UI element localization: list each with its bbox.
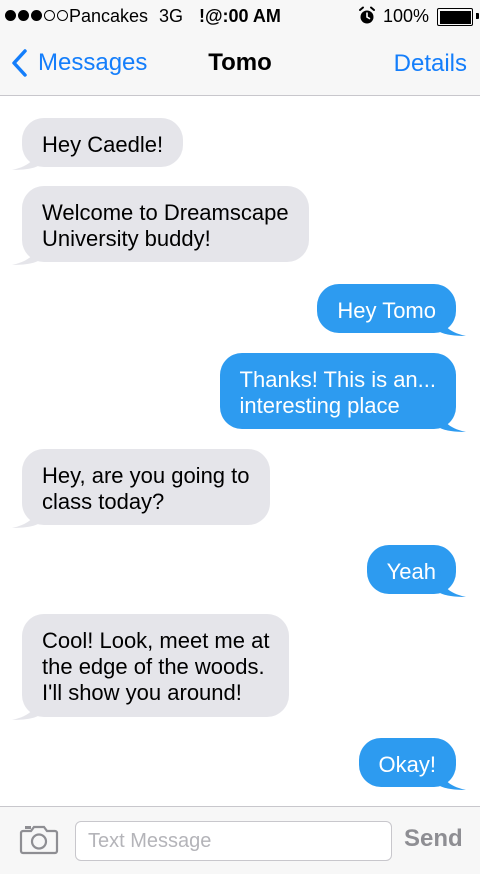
battery-icon [437,8,479,26]
message-text: Hey Caedle! [42,132,164,157]
signal-strength-icon [5,10,68,21]
battery-percentage: 100% [383,6,430,26]
signal-dot [18,10,29,21]
outgoing-message-bubble: Hey Tomo [317,284,466,336]
carrier-name: Pancakes [69,6,149,26]
message-text: Welcome to Dreamscape University buddy! [42,200,289,251]
signal-dot [31,10,42,21]
status-time: !@:00 AM [199,6,281,26]
incoming-message-bubble: Welcome to Dreamscape University buddy! [12,186,309,265]
incoming-message-bubble: Hey Caedle! [12,118,184,170]
message-text: Cool! Look, meet me at the edge of the w… [42,628,270,705]
alarm-icon [359,6,375,24]
outgoing-message-bubble: Yeah [366,545,466,597]
signal-dot [57,10,68,21]
message-text-field[interactable] [75,821,392,861]
bubble-tail [440,571,466,597]
outgoing-message-bubble: Thanks! This is an... interesting place [219,353,466,432]
bubble-tail [440,406,466,432]
outgoing-message-bubble: Okay! [358,738,466,790]
camera-icon[interactable] [19,823,59,855]
network-type: 3G [159,6,184,26]
bubble-tail [12,694,38,720]
send-button[interactable]: Send [404,825,463,853]
bubble-tail [12,502,38,528]
message-text: Hey, are you going to class today? [42,463,250,514]
status-bar: Pancakes 3G !@:00 AM 100% [0,0,480,34]
incoming-message-bubble: Hey, are you going to class today? [12,449,270,528]
incoming-message-bubble: Cool! Look, meet me at the edge of the w… [12,614,290,720]
message-text: Thanks! This is an... interesting place [239,367,436,418]
message-text: Hey Tomo [337,298,436,323]
message-text: Okay! [378,752,436,777]
message-text: Yeah [386,559,436,584]
message-input-bar: Send [0,806,480,874]
bubble-tail [12,239,38,265]
details-button[interactable]: Details [394,50,467,78]
bubble-tail [440,310,466,336]
bubble-tail [440,764,466,790]
signal-dot [44,10,55,21]
bubble-tail [12,144,38,170]
navigation-bar: Messages Tomo Details [0,34,480,96]
signal-dot [5,10,16,21]
